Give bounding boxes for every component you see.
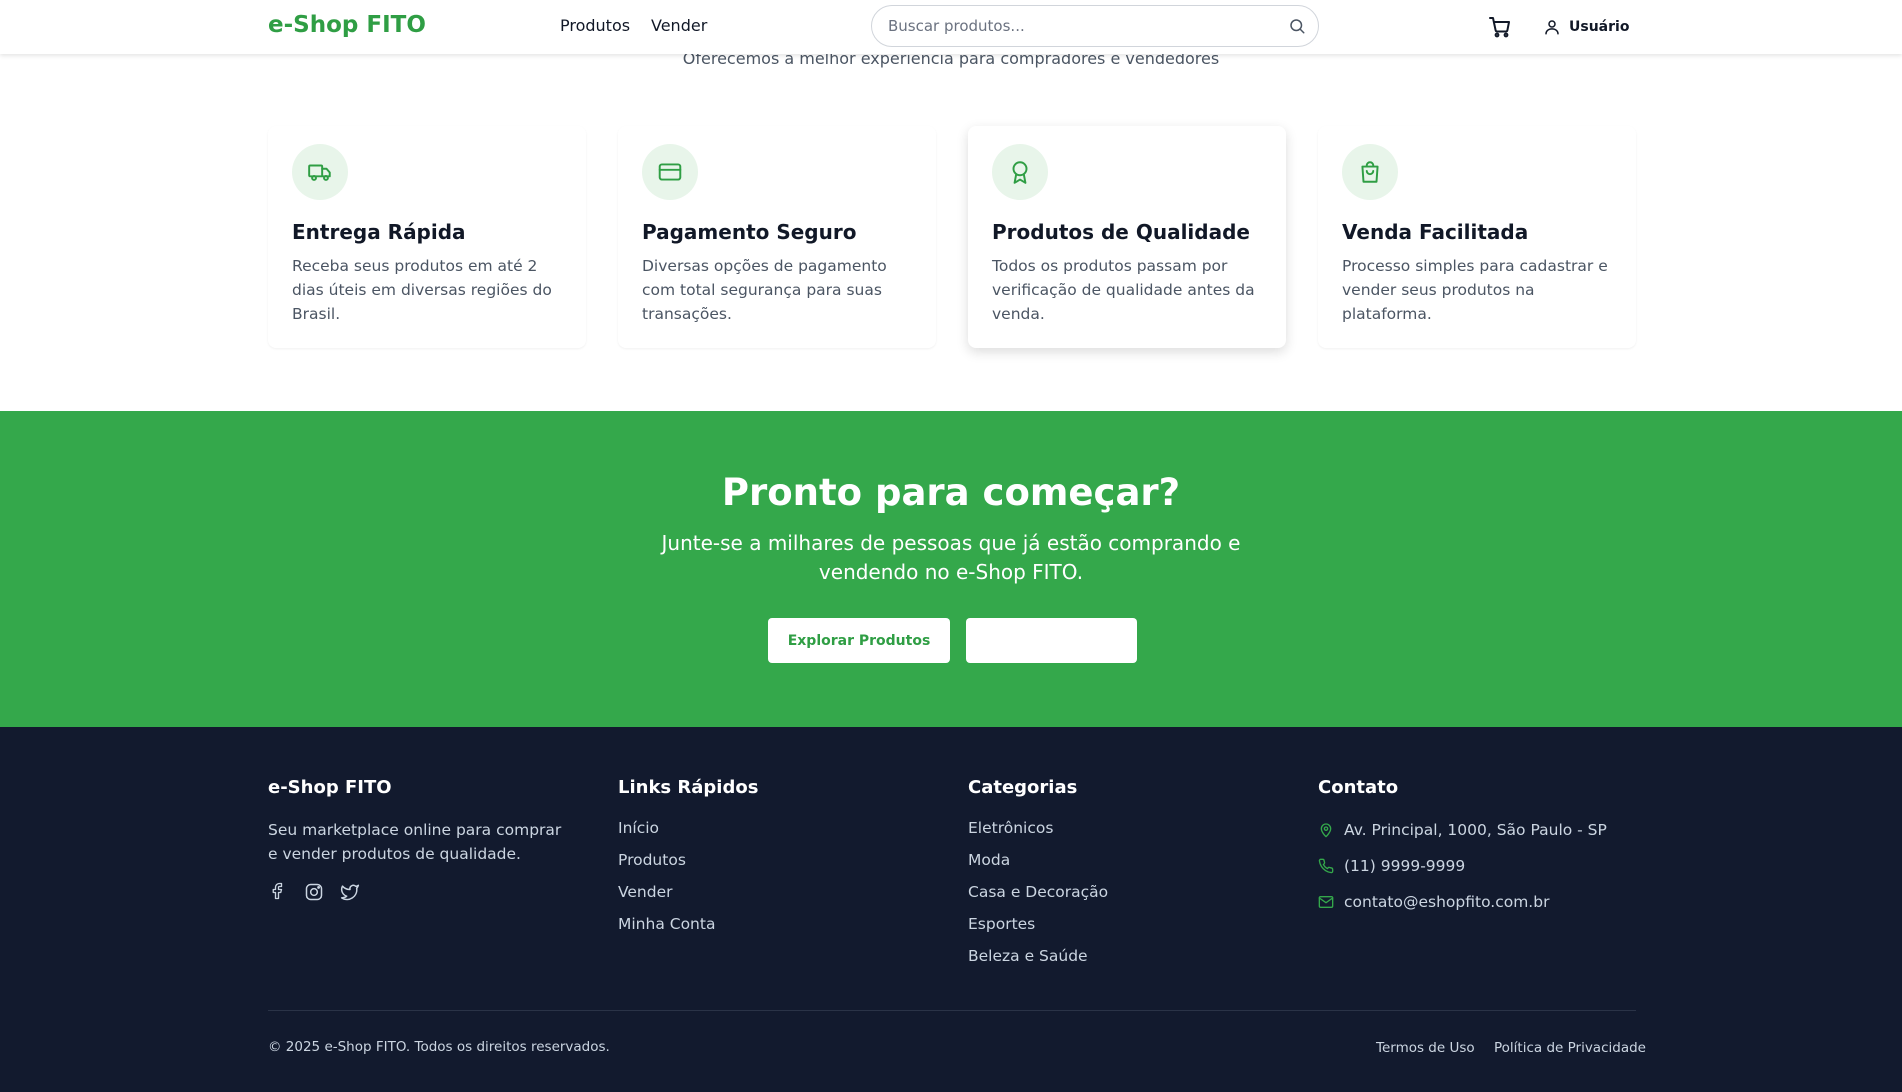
site-logo[interactable]: e-Shop FITO <box>268 12 426 38</box>
credit-card-icon <box>658 163 682 181</box>
social-links <box>268 882 568 902</box>
top-navbar: e-Shop FITO Produtos Vender Usuário <box>0 0 1902 54</box>
contact-address: Av. Principal, 1000, São Paulo - SP <box>1318 812 1607 848</box>
footer-quick-links-list: Início Produtos Vender Minha Conta <box>618 818 758 946</box>
feature-title: Venda Facilitada <box>1342 220 1529 244</box>
feature-title: Produtos de Qualidade <box>992 220 1250 244</box>
privacy-link[interactable]: Política de Privacidade <box>1494 1040 1646 1056</box>
footer-link-sell[interactable]: Vender <box>618 882 758 914</box>
footer-brand-text: Seu marketplace online para comprar e ve… <box>268 821 562 863</box>
mail-icon <box>1318 896 1334 908</box>
feature-title: Entrega Rápida <box>292 220 466 244</box>
footer-divider <box>268 1010 1636 1011</box>
contact-phone-text: (11) 9999-9999 <box>1344 857 1466 875</box>
cart-icon[interactable] <box>1488 15 1512 39</box>
footer-quick-links-column: Links Rápidos Início Produtos Vender Min… <box>618 777 758 946</box>
twitter-icon[interactable] <box>340 882 360 902</box>
phone-icon <box>1318 858 1334 874</box>
footer-copyright: © 2025 e-Shop FITO. Todos os direitos re… <box>268 1039 610 1055</box>
footer-category-beauty-health[interactable]: Beleza e Saúde <box>968 946 1108 978</box>
feature-card-quality: Produtos de Qualidade Todos os produtos … <box>968 126 1286 348</box>
footer-brand-column: e-Shop FITO Seu marketplace online para … <box>268 777 568 902</box>
feature-icon-wrap <box>292 144 348 200</box>
truck-icon <box>308 164 331 181</box>
search-input[interactable] <box>888 6 1278 46</box>
footer-category-home-decor[interactable]: Casa e Decoração <box>968 882 1108 914</box>
user-label: Usuário <box>1569 19 1630 35</box>
feature-description: Todos os produtos passam por verificação… <box>992 257 1255 323</box>
footer-category-fashion[interactable]: Moda <box>968 850 1108 882</box>
nav-products-link[interactable]: Produtos <box>560 16 630 35</box>
footer-contact-list: Av. Principal, 1000, São Paulo - SP (11)… <box>1318 812 1607 920</box>
feature-description: Diversas opções de pagamento com total s… <box>642 257 887 323</box>
terms-link[interactable]: Termos de Uso <box>1376 1040 1475 1056</box>
contact-email: contato@eshopfito.com.br <box>1318 884 1607 920</box>
contact-email-text[interactable]: contato@eshopfito.com.br <box>1344 893 1549 911</box>
contact-phone: (11) 9999-9999 <box>1318 848 1607 884</box>
map-pin-icon <box>1320 823 1332 838</box>
user-menu-button[interactable]: Usuário <box>1543 16 1629 38</box>
search-bar <box>871 5 1319 47</box>
shopping-bag-icon <box>1361 161 1379 183</box>
footer-category-electronics[interactable]: Eletrônicos <box>968 818 1108 850</box>
facebook-icon[interactable] <box>268 882 288 902</box>
contact-address-text: Av. Principal, 1000, São Paulo - SP <box>1344 821 1607 839</box>
search-icon[interactable] <box>1288 17 1306 35</box>
user-icon <box>1545 20 1559 35</box>
feature-card-selling: Venda Facilitada Processo simples para c… <box>1318 126 1636 348</box>
site-footer: e-Shop FITO Seu marketplace online para … <box>0 727 1902 1092</box>
feature-card-delivery: Entrega Rápida Receba seus produtos em a… <box>268 126 586 348</box>
feature-icon-wrap <box>1342 144 1398 200</box>
cta-title: Pronto para começar? <box>721 471 1181 514</box>
footer-categories-title: Categorias <box>968 777 1078 798</box>
instagram-icon[interactable] <box>304 882 324 902</box>
explore-products-button[interactable]: Explorar Produtos <box>768 618 950 663</box>
cta-section: Pronto para começar? Junte-se a milhares… <box>0 411 1902 727</box>
feature-title: Pagamento Seguro <box>642 220 857 244</box>
footer-link-home[interactable]: Início <box>618 818 758 850</box>
feature-description: Processo simples para cadastrar e vender… <box>1342 257 1608 323</box>
footer-brand-title: e-Shop FITO <box>268 777 392 798</box>
cta-text: Junte-se a milhares de pessoas que já es… <box>661 531 1241 584</box>
footer-category-sports[interactable]: Esportes <box>968 914 1108 946</box>
footer-categories-column: Categorias Eletrônicos Moda Casa e Decor… <box>968 777 1108 978</box>
award-icon <box>1012 161 1028 184</box>
footer-link-products[interactable]: Produtos <box>618 850 758 882</box>
feature-icon-wrap <box>992 144 1048 200</box>
start-selling-button[interactable] <box>966 618 1137 663</box>
footer-quick-links-title: Links Rápidos <box>618 777 759 798</box>
feature-description: Receba seus produtos em até 2 dias úteis… <box>292 257 552 323</box>
footer-link-account[interactable]: Minha Conta <box>618 914 758 946</box>
footer-contact-column: Contato Av. Principal, 1000, São Paulo -… <box>1318 777 1607 920</box>
feature-icon-wrap <box>642 144 698 200</box>
footer-categories-list: Eletrônicos Moda Casa e Decoração Esport… <box>968 818 1108 978</box>
feature-card-payment: Pagamento Seguro Diversas opções de paga… <box>618 126 936 348</box>
footer-contact-title: Contato <box>1318 777 1399 798</box>
nav-sell-link[interactable]: Vender <box>651 16 707 35</box>
